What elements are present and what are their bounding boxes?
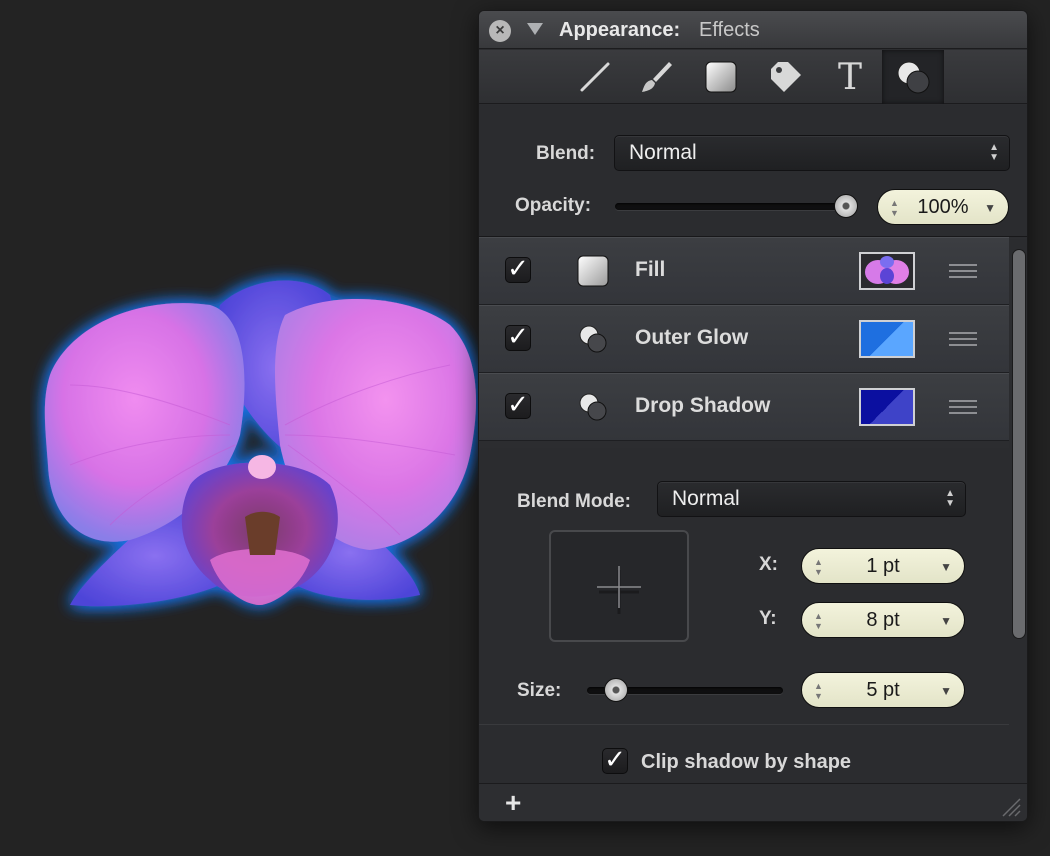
drag-handle-icon[interactable] [949, 332, 977, 346]
size-value: 5 pt [866, 679, 900, 701]
drag-handle-icon[interactable] [949, 400, 977, 414]
effect-row-fill[interactable]: ✓ Fill [479, 237, 1009, 305]
overlapping-circles-icon [579, 393, 607, 421]
effect-name-outer-glow: Outer Glow [635, 326, 749, 349]
orchid-image[interactable] [30, 255, 500, 640]
blend-value: Normal [629, 141, 697, 164]
popup-arrows-icon: ▲ ▼ [945, 488, 955, 509]
drop-shadow-color-swatch[interactable] [859, 388, 915, 426]
panel-scrollbar[interactable] [1009, 239, 1027, 785]
size-slider-knob[interactable] [604, 678, 628, 702]
add-effect-button[interactable]: + [505, 788, 521, 818]
clip-shadow-label[interactable]: Clip shadow by shape [641, 751, 851, 774]
drag-handle-icon[interactable] [949, 264, 977, 278]
divider [479, 724, 1009, 725]
effect-row-outer-glow[interactable]: ✓ Outer Glow [479, 305, 1009, 373]
opacity-label: Opacity: [515, 195, 592, 216]
blend-label: Blend: [536, 143, 596, 164]
tag-tool-icon[interactable] [755, 50, 817, 104]
opacity-value: 100% [917, 196, 969, 218]
close-icon[interactable]: × [489, 20, 511, 42]
appearance-toolbar: T [479, 50, 1027, 104]
panel-title: Appearance: [559, 19, 681, 41]
popup-arrows-icon: ▲ ▼ [989, 142, 999, 163]
orchid-image-swatch[interactable] [859, 252, 915, 290]
drop-shadow-checkbox[interactable]: ✓ [505, 391, 531, 419]
blend-mode-label: Blend Mode: [517, 491, 631, 512]
dropdown-arrow-icon[interactable]: ▼ [940, 550, 952, 584]
opacity-slider[interactable] [615, 203, 855, 210]
blend-popup[interactable]: Normal ▲ ▼ [614, 135, 1010, 171]
panel-footer: + [479, 783, 1027, 821]
effects-tool-icon[interactable] [882, 50, 944, 104]
checkmark: ✓ [604, 744, 626, 774]
size-stepper[interactable]: ▲ ▼ 5 pt ▼ [801, 672, 965, 708]
line-tool-icon[interactable] [564, 50, 626, 104]
blend-mode-popup[interactable]: Normal ▲ ▼ [657, 481, 966, 517]
stepper-arrows-icon[interactable]: ▲ ▼ [814, 681, 823, 701]
size-label: Size: [517, 680, 562, 701]
brush-tool-icon[interactable] [626, 50, 688, 104]
resize-grip-icon[interactable] [999, 795, 1021, 817]
drop-shadow-settings: Blend Mode: Normal ▲ ▼ X: ▲ ▼ 1 pt ▼ Y: ▲ ▼… [479, 448, 1009, 788]
fill-tool-icon[interactable] [690, 50, 752, 104]
appearance-panel: × Appearance: Effects T Blend: Normal ▲ ▼… [478, 10, 1028, 822]
outer-glow-checkbox[interactable]: ✓ [505, 323, 531, 351]
dropdown-arrow-icon[interactable]: ▼ [940, 604, 952, 638]
stepper-arrows-icon[interactable]: ▲ ▼ [890, 198, 899, 218]
blend-mode-value: Normal [672, 487, 740, 510]
checkmark: ✓ [507, 253, 529, 283]
x-label: X: [759, 554, 778, 575]
opacity-stepper[interactable]: ▲ ▼ 100% ▼ [877, 189, 1009, 225]
x-offset-value: 1 pt [866, 555, 900, 577]
fill-checkbox[interactable]: ✓ [505, 255, 531, 283]
text-tool-glyph: T [837, 56, 862, 98]
x-offset-stepper[interactable]: ▲ ▼ 1 pt ▼ [801, 548, 965, 584]
scrollbar-thumb[interactable] [1012, 249, 1026, 639]
outer-glow-color-swatch[interactable] [859, 320, 915, 358]
fill-square-icon [577, 255, 609, 287]
crosshair-icon [597, 566, 641, 614]
shadow-offset-pad[interactable] [549, 530, 689, 642]
y-offset-value: 8 pt [866, 609, 900, 631]
effect-name-fill: Fill [635, 258, 666, 281]
clip-shadow-checkbox[interactable]: ✓ [602, 746, 628, 774]
checkmark: ✓ [507, 389, 529, 419]
stepper-arrows-icon[interactable]: ▲ ▼ [814, 611, 823, 631]
panel-subtitle: Effects [699, 19, 760, 41]
panel-titlebar[interactable]: × Appearance: Effects [479, 11, 1027, 49]
effect-row-drop-shadow[interactable]: ✓ Drop Shadow [479, 373, 1009, 441]
blend-section: Blend: Normal ▲ ▼ Opacity: ▲ ▼ 100% ▼ [479, 105, 1027, 237]
text-tool-icon[interactable]: T [819, 50, 881, 104]
dropdown-arrow-icon[interactable]: ▼ [984, 191, 996, 225]
opacity-slider-knob[interactable] [834, 194, 858, 218]
disclosure-triangle-icon[interactable] [527, 23, 543, 35]
effect-name-drop-shadow: Drop Shadow [635, 394, 771, 417]
dropdown-arrow-icon[interactable]: ▼ [940, 674, 952, 708]
overlapping-circles-icon [579, 325, 607, 353]
y-label: Y: [759, 608, 777, 629]
checkmark: ✓ [507, 321, 529, 351]
y-offset-stepper[interactable]: ▲ ▼ 8 pt ▼ [801, 602, 965, 638]
stepper-arrows-icon[interactable]: ▲ ▼ [814, 557, 823, 577]
